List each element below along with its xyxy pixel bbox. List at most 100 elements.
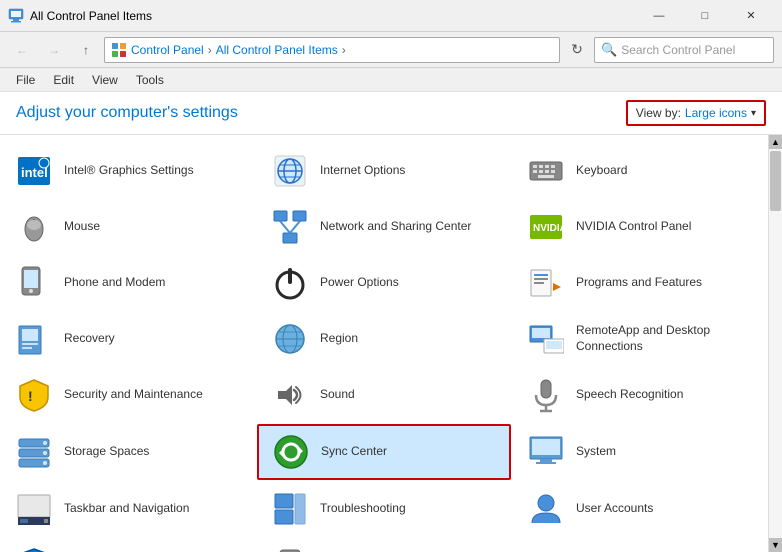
up-button[interactable]: ↑ (72, 36, 100, 64)
svg-text:!: ! (28, 388, 33, 404)
panel-item-intel-graphics[interactable]: intelIntel® Graphics Settings (1, 144, 255, 198)
menu-view[interactable]: View (84, 71, 126, 89)
power-options-icon (270, 263, 310, 303)
user-accounts-label: User Accounts (576, 501, 653, 517)
mouse-label: Mouse (64, 219, 100, 235)
programs-features-label: Programs and Features (576, 275, 702, 291)
app-icon (8, 8, 24, 24)
panel-item-storage-spaces[interactable]: Storage Spaces (1, 424, 255, 480)
panel-item-windows-defender[interactable]: Windows Defender Firewall (1, 538, 255, 552)
panel-item-region[interactable]: Region (257, 312, 511, 366)
intel-graphics-label: Intel® Graphics Settings (64, 163, 194, 179)
panel-item-work-folders[interactable]: Work Folders (513, 538, 767, 552)
phone-modem-icon (14, 263, 54, 303)
sound-icon (270, 375, 310, 415)
search-icon: 🔍 (601, 42, 617, 58)
internet-options-icon (270, 151, 310, 191)
power-options-label: Power Options (320, 275, 399, 291)
network-sharing-label: Network and Sharing Center (320, 219, 471, 235)
refresh-button[interactable]: ↻ (564, 37, 590, 63)
panel-item-programs-features[interactable]: Programs and Features (513, 256, 767, 310)
troubleshooting-icon (270, 489, 310, 529)
panel-item-phone-modem[interactable]: Phone and Modem (1, 256, 255, 310)
chevron-down-icon: ▾ (751, 108, 756, 119)
forward-button[interactable]: → (40, 36, 68, 64)
panel-item-system[interactable]: System (513, 424, 767, 480)
phone-modem-label: Phone and Modem (64, 275, 165, 291)
scroll-track (769, 149, 782, 538)
speech-recognition-label: Speech Recognition (576, 387, 683, 403)
panel-item-power-options[interactable]: Power Options (257, 256, 511, 310)
network-sharing-icon (270, 207, 310, 247)
recovery-icon (14, 319, 54, 359)
menu-edit[interactable]: Edit (45, 71, 82, 89)
search-placeholder: Search Control Panel (621, 43, 735, 57)
panel-item-keyboard[interactable]: Keyboard (513, 144, 767, 198)
panel-item-troubleshooting[interactable]: Troubleshooting (257, 482, 511, 536)
system-icon (526, 432, 566, 472)
troubleshooting-label: Troubleshooting (320, 501, 406, 517)
panel-item-windows-mobility[interactable]: Windows Mobility Center (257, 538, 511, 552)
menu-file[interactable]: File (8, 71, 43, 89)
close-button[interactable]: ✕ (728, 0, 774, 32)
search-box[interactable]: 🔍 Search Control Panel (594, 37, 774, 63)
storage-spaces-icon (14, 432, 54, 472)
title-bar-buttons: — □ ✕ (636, 0, 774, 32)
breadcrumb-part2[interactable]: All Control Panel Items (216, 43, 338, 57)
user-accounts-icon (526, 489, 566, 529)
breadcrumb-part1[interactable]: Control Panel (131, 43, 204, 57)
nav-bar: ← → ↑ Control Panel › All Control Panel … (0, 32, 782, 68)
svg-text:NVIDIA: NVIDIA (533, 223, 564, 234)
view-by-label: View by: (636, 106, 681, 120)
panel-item-sync-center[interactable]: Sync Center (257, 424, 511, 480)
programs-features-icon (526, 263, 566, 303)
content-area: Adjust your computer's settings View by:… (0, 92, 782, 552)
panel-item-internet-options[interactable]: Internet Options (257, 144, 511, 198)
system-label: System (576, 444, 616, 460)
region-label: Region (320, 331, 358, 347)
region-icon (270, 319, 310, 359)
title-bar-text: All Control Panel Items (30, 9, 636, 23)
storage-spaces-label: Storage Spaces (64, 444, 149, 460)
panel-item-network-sharing[interactable]: Network and Sharing Center (257, 200, 511, 254)
scroll-up-button[interactable]: ▲ (769, 135, 782, 149)
panel-item-speech-recognition[interactable]: Speech Recognition (513, 368, 767, 422)
breadcrumb: Control Panel › All Control Panel Items … (131, 43, 348, 57)
minimize-button[interactable]: — (636, 0, 682, 32)
control-panel-icon (111, 42, 127, 58)
work-folders-icon (526, 545, 566, 552)
page-title: Adjust your computer's settings (16, 104, 238, 122)
view-by-selector[interactable]: View by: Large icons ▾ (626, 100, 766, 126)
panel-item-security-maintenance[interactable]: ! Security and Maintenance (1, 368, 255, 422)
panel-item-nvidia-panel[interactable]: NVIDIA NVIDIA Control Panel (513, 200, 767, 254)
mouse-icon (14, 207, 54, 247)
panel-item-mouse[interactable]: Mouse (1, 200, 255, 254)
scroll-thumb[interactable] (770, 151, 781, 211)
nvidia-panel-label: NVIDIA Control Panel (576, 219, 691, 235)
panel-item-user-accounts[interactable]: User Accounts (513, 482, 767, 536)
scrollbar[interactable]: ▲ ▼ (768, 135, 782, 552)
panel-item-taskbar-navigation[interactable]: Taskbar and Navigation (1, 482, 255, 536)
content-header: Adjust your computer's settings View by:… (0, 92, 782, 135)
sync-center-label: Sync Center (321, 444, 387, 460)
windows-defender-icon (14, 545, 54, 552)
back-button[interactable]: ← (8, 36, 36, 64)
security-maintenance-label: Security and Maintenance (64, 387, 203, 403)
panel-item-remoteapp[interactable]: RemoteApp and Desktop Connections (513, 312, 767, 366)
keyboard-label: Keyboard (576, 163, 627, 179)
view-by-value: Large icons (685, 106, 747, 120)
security-maintenance-icon: ! (14, 375, 54, 415)
nvidia-panel-icon: NVIDIA (526, 207, 566, 247)
title-bar: All Control Panel Items — □ ✕ (0, 0, 782, 32)
internet-options-label: Internet Options (320, 163, 405, 179)
windows-mobility-icon (270, 545, 310, 552)
taskbar-navigation-icon (14, 489, 54, 529)
scroll-down-button[interactable]: ▼ (769, 538, 782, 552)
menu-tools[interactable]: Tools (128, 71, 172, 89)
panel-item-recovery[interactable]: Recovery (1, 312, 255, 366)
maximize-button[interactable]: □ (682, 0, 728, 32)
remoteapp-label: RemoteApp and Desktop Connections (576, 323, 754, 354)
panel-item-sound[interactable]: Sound (257, 368, 511, 422)
menu-bar: File Edit View Tools (0, 68, 782, 92)
address-bar[interactable]: Control Panel › All Control Panel Items … (104, 37, 560, 63)
